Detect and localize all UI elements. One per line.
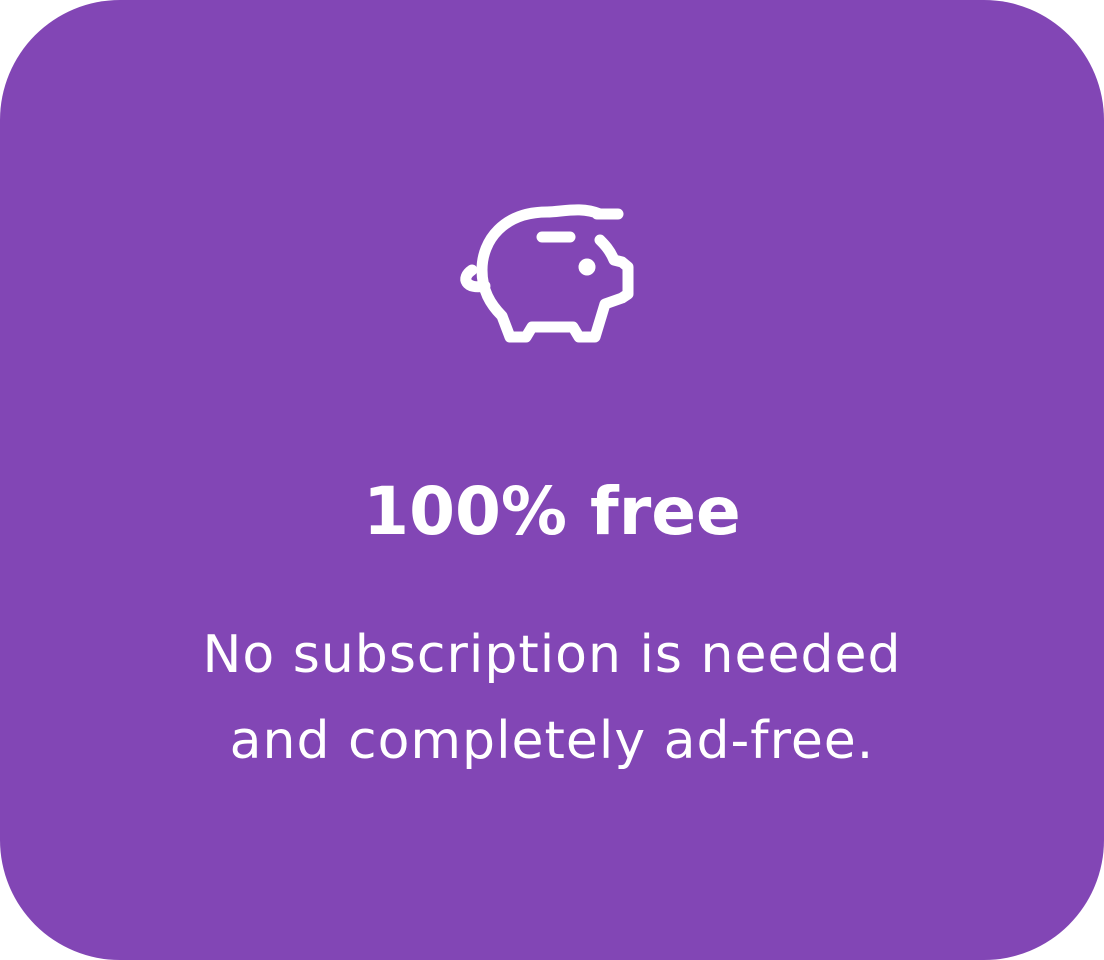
feature-title: 100% free: [363, 473, 741, 550]
feature-description: No subscription is needed and completely…: [100, 612, 1004, 784]
feature-description-line: and completely ad-free.: [229, 711, 875, 771]
feature-description-line: No subscription is needed: [202, 625, 902, 685]
piggy-bank-icon: [452, 200, 652, 350]
feature-card: 100% free No subscription is needed and …: [0, 0, 1104, 960]
